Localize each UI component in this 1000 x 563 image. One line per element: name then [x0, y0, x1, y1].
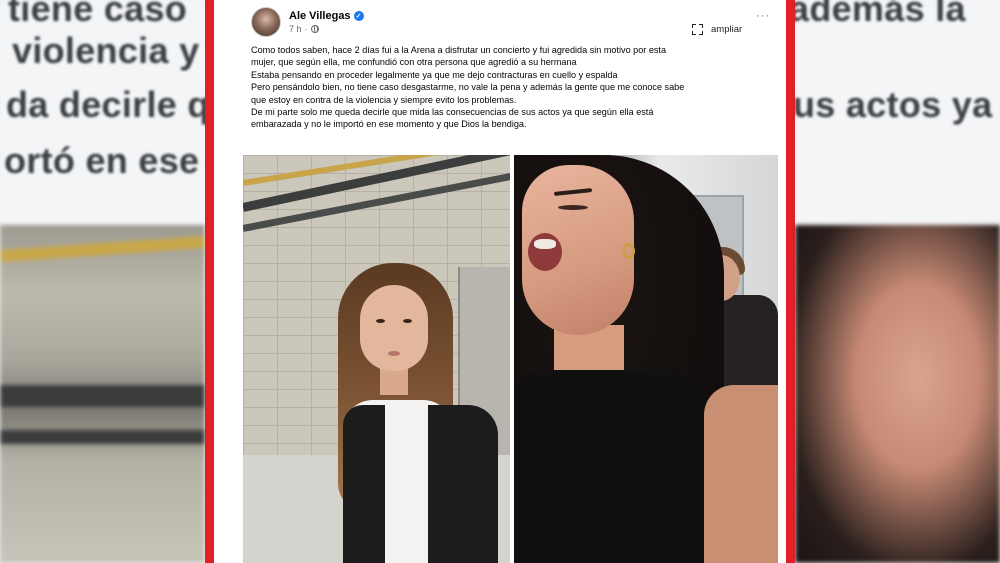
post-header: Ale Villegas ✓ 7 h ·	[251, 6, 364, 38]
post-text: Como todos saben, hace 2 días fui a la A…	[251, 44, 781, 131]
post-photo-right[interactable]	[514, 155, 778, 563]
background-left-text-area: tiene caso violencia y da decirle q ortó…	[0, 0, 205, 225]
post-text-line: Como todos saben, hace 2 días fui a la A…	[251, 45, 667, 55]
author-name[interactable]: Ale Villegas	[289, 10, 351, 22]
author-block: Ale Villegas ✓ 7 h ·	[289, 10, 364, 34]
post-text-line: mujer, que según ella, me confundió con …	[251, 57, 577, 68]
background-left-blur: tiene caso violencia y da decirle q ortó…	[0, 0, 205, 563]
post-text-line: Estaba pensando en proceder legalmente y…	[251, 69, 618, 80]
background-right-blur: además la us actos ya	[795, 0, 1000, 563]
author-row: Ale Villegas ✓	[289, 10, 364, 22]
post-meta: 7 h ·	[289, 24, 364, 34]
expand-button[interactable]: ampliar	[692, 24, 742, 35]
background-right-photo	[795, 225, 1000, 563]
post-text-line: que estoy en contra de la violencia y si…	[251, 94, 517, 105]
person-eye	[376, 319, 385, 323]
person-mouth	[388, 351, 400, 356]
post-text-line: Pero pensándolo bien, no tiene caso desg…	[251, 82, 685, 93]
globe-icon	[310, 25, 319, 33]
background-beam	[0, 235, 205, 263]
background-left-line: tiene caso	[8, 0, 188, 29]
post-text-line: embarazada y no le importó en ese moment…	[251, 119, 527, 130]
background-left-line: violencia y	[12, 30, 200, 71]
person-eye	[403, 319, 412, 323]
facebook-post: Ale Villegas ✓ 7 h · ··· ampliar Como to…	[214, 0, 786, 563]
background-left-photo	[0, 225, 205, 563]
person-vest	[428, 405, 498, 563]
person-face	[360, 285, 428, 371]
background-right-line: además la	[795, 0, 966, 29]
background-right-text-area: además la us actos ya	[795, 0, 1000, 225]
meta-separator: ·	[304, 24, 308, 34]
expand-label: ampliar	[711, 24, 743, 35]
post-text-line: De mi parte solo me queda decirle que mi…	[251, 107, 654, 118]
background-left-line: ortó en ese r	[4, 140, 205, 181]
background-left-line: da decirle q	[6, 84, 205, 125]
red-frame-bar-right	[786, 0, 795, 563]
earring	[622, 243, 635, 259]
person-mouth	[528, 233, 562, 271]
post-timestamp[interactable]: 7 h	[289, 24, 302, 34]
post-photo-left[interactable]	[243, 155, 510, 563]
person-eye	[558, 205, 588, 210]
more-options-icon[interactable]: ···	[756, 10, 770, 22]
person-arm	[704, 385, 778, 563]
author-avatar[interactable]	[251, 7, 281, 37]
background-pipe	[0, 385, 205, 407]
verified-badge-icon: ✓	[353, 11, 364, 21]
person-top	[514, 370, 714, 563]
background-pipe	[0, 430, 205, 444]
red-frame-bar-left	[205, 0, 214, 563]
expand-icon	[692, 24, 703, 35]
background-right-line: us actos ya	[795, 84, 993, 125]
person-vest	[343, 405, 385, 563]
